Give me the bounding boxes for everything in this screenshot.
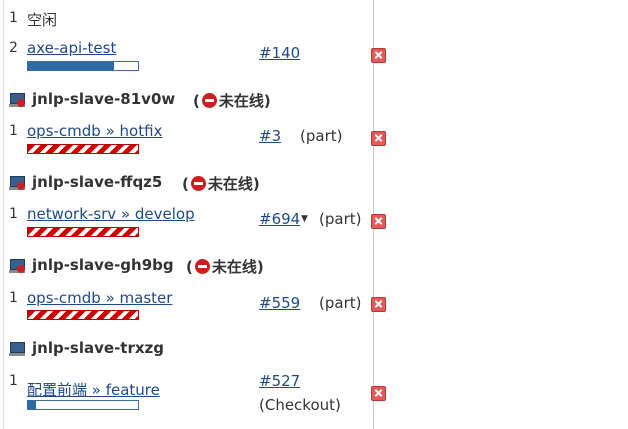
stop-build-icon[interactable]	[371, 297, 386, 312]
paren-open: (	[182, 175, 189, 193]
offline-icon	[201, 93, 217, 108]
offline-computer-icon	[9, 93, 25, 107]
job-link-feature[interactable]: 配置前端 » feature	[27, 379, 160, 400]
stop-build-icon[interactable]	[371, 386, 386, 401]
build-link-527[interactable]: #527	[259, 372, 300, 390]
offline-computer-icon	[9, 259, 25, 273]
offline-label: 未在线	[207, 175, 253, 193]
checkout-label: (Checkout)	[259, 396, 341, 414]
part-label: (part)	[319, 294, 362, 312]
job-link-axe-api-test[interactable]: axe-api-test	[27, 39, 116, 57]
node-link-81v0w[interactable]: jnlp-slave-81v0w	[32, 90, 175, 108]
part-label: (part)	[300, 127, 343, 145]
panel-left-border	[3, 0, 4, 429]
paren-open: (	[193, 92, 200, 110]
node-link-gh9bg[interactable]: jnlp-slave-gh9bg	[32, 256, 174, 274]
build-progress-fill	[28, 401, 36, 409]
offline-label: 未在线	[211, 258, 257, 276]
executor-number: 1	[9, 290, 18, 306]
computer-icon	[9, 342, 25, 356]
node-link-trxzg[interactable]: jnlp-slave-trxzg	[32, 339, 164, 357]
build-link-559[interactable]: #559	[259, 294, 300, 312]
build-menu-caret-icon[interactable]: ▼	[301, 214, 308, 224]
offline-icon	[190, 176, 206, 191]
node-link-ffqz5[interactable]: jnlp-slave-ffqz5	[32, 173, 162, 191]
executor-number: 2	[9, 40, 18, 56]
stop-build-icon[interactable]	[371, 48, 386, 63]
job-link-ops-cmdb-master[interactable]: ops-cmdb » master	[27, 289, 172, 307]
build-executor-panel: 1 空闲 2 axe-api-test #140 jnlp-slave-81v0…	[0, 0, 386, 429]
job-link-ops-cmdb-hotfix[interactable]: ops-cmdb » hotfix	[27, 122, 162, 140]
build-link-140[interactable]: #140	[259, 44, 300, 62]
offline-computer-icon	[9, 176, 25, 190]
paren-open: (	[186, 258, 193, 276]
paren-close: )	[256, 258, 264, 276]
executor-number: 1	[9, 10, 18, 26]
executor-number: 1	[9, 206, 18, 222]
build-progress-bar-failed	[27, 310, 139, 320]
executor-number: 1	[9, 123, 18, 139]
paren-close: )	[252, 175, 260, 193]
build-progress-bar-failed	[27, 227, 139, 237]
stop-build-icon[interactable]	[371, 214, 386, 229]
build-progress-bar	[27, 400, 139, 410]
build-progress-bar	[27, 61, 139, 71]
part-label: (part)	[319, 210, 362, 228]
offline-label: 未在线	[218, 92, 264, 110]
stop-build-icon[interactable]	[371, 131, 386, 146]
job-link-network-srv-develop[interactable]: network-srv » develop	[27, 205, 195, 223]
offline-icon	[194, 259, 210, 274]
build-link-694[interactable]: #694	[259, 210, 300, 228]
node-offline-status: ( 未在线)	[182, 173, 260, 194]
build-progress-bar-failed	[27, 144, 139, 154]
build-link-3[interactable]: #3	[259, 127, 281, 145]
build-progress-fill	[28, 62, 114, 70]
idle-label: 空闲	[27, 11, 58, 29]
node-offline-status: ( 未在线)	[193, 90, 271, 111]
executor-number: 1	[9, 373, 18, 389]
paren-close: )	[263, 92, 271, 110]
node-offline-status: ( 未在线)	[186, 256, 264, 277]
